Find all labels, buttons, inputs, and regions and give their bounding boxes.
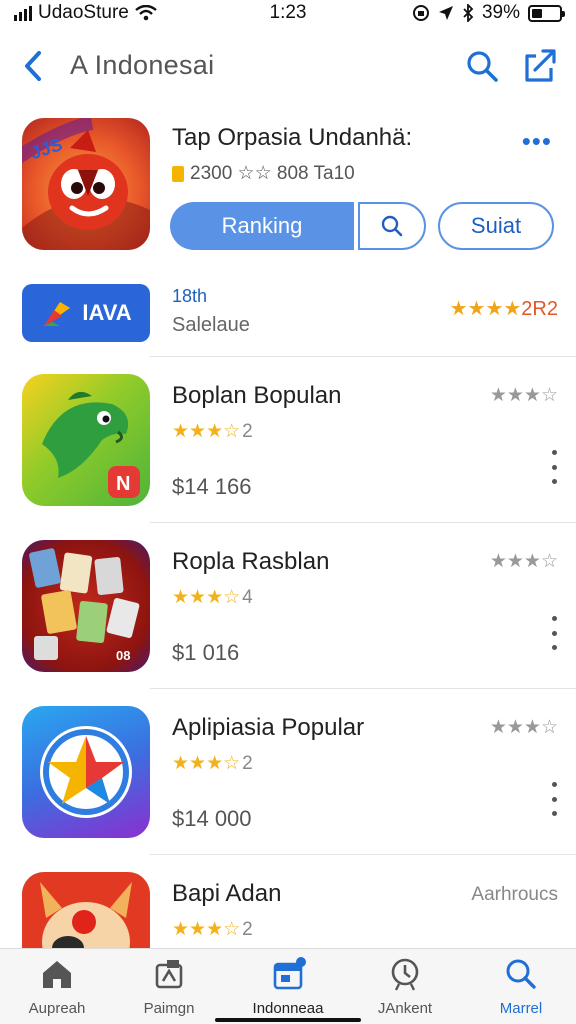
featured-app-icon[interactable]: JJS bbox=[22, 118, 150, 250]
app-icon-cards[interactable]: 08 bbox=[22, 540, 150, 672]
cards-icon: 08 bbox=[29, 548, 140, 663]
list-item[interactable]: Aplipiasia Popular ★★★☆ 2 $14 000 ★★★☆ bbox=[0, 706, 576, 866]
app-name: Boplan Bopulan bbox=[172, 382, 342, 409]
suiat-button[interactable]: Suiat bbox=[438, 202, 554, 250]
tab-label: JAnkent bbox=[377, 1000, 433, 1017]
tab-label: Marrel bbox=[499, 1000, 543, 1017]
sponsored-banner[interactable]: IAVA 18th Salelaue ★★★★2R2 bbox=[0, 280, 576, 356]
calendar-icon bbox=[273, 957, 306, 990]
banner-rating-stars: ★★★★ bbox=[449, 298, 522, 320]
banner-tag: 18th bbox=[172, 286, 208, 306]
creature-icon bbox=[40, 882, 132, 948]
tab-home[interactable]: Aupreah bbox=[2, 957, 112, 1019]
tab-label: Indonneaa bbox=[252, 1000, 324, 1017]
svg-text:08: 08 bbox=[116, 648, 130, 663]
more-vertical-icon[interactable] bbox=[550, 450, 558, 484]
app-rating-secondary: ★★★☆ bbox=[489, 551, 558, 572]
app-rating-count: 2 bbox=[242, 753, 253, 774]
battery-percent: 39% bbox=[481, 2, 520, 23]
featured-app[interactable]: JJS Tap Orpasia Undanhä: 2300 ☆☆ 808 Ta1… bbox=[0, 114, 576, 264]
app-price: $1 016 bbox=[172, 640, 240, 665]
more-vertical-icon[interactable] bbox=[550, 616, 558, 650]
page-title: A Indonesai bbox=[70, 50, 215, 80]
app-name: Aplipiasia Popular bbox=[172, 714, 365, 741]
banner-logo-text: IAVA bbox=[82, 300, 132, 325]
battery-icon bbox=[528, 4, 565, 22]
star-icon bbox=[40, 726, 132, 818]
app-status-text: Aarhroucs bbox=[471, 884, 558, 905]
tab-ranking[interactable]: JAnkent bbox=[350, 957, 460, 1019]
status-bar: UdaoSture 1:23 39% bbox=[0, 0, 576, 30]
featured-app-meta: 2300 ☆☆ 808 Ta10 bbox=[172, 162, 355, 185]
search-icon bbox=[506, 959, 536, 989]
navigation-bar: A Indonesai bbox=[0, 36, 576, 96]
tab-indonesia[interactable]: Indonneaa bbox=[233, 957, 343, 1019]
banner-logo[interactable]: IAVA bbox=[22, 284, 150, 342]
app-price: $14 166 bbox=[172, 474, 252, 499]
app-icon-star[interactable] bbox=[22, 706, 150, 838]
app-rating-stars: ★★★☆ bbox=[172, 587, 241, 608]
home-indicator bbox=[215, 1018, 361, 1022]
divider bbox=[150, 356, 576, 357]
tab-search[interactable]: Marrel bbox=[466, 957, 576, 1019]
divider bbox=[150, 522, 576, 523]
list-item[interactable]: 08 Ropla Rasblan ★★★☆ 4 $1 016 ★★★☆ bbox=[0, 540, 576, 700]
tab-label: Paimgn bbox=[143, 1000, 195, 1017]
ranking-button[interactable]: Ranking bbox=[170, 202, 354, 250]
app-rating-secondary: ★★★☆ bbox=[489, 717, 558, 738]
list-item[interactable]: N Boplan Bopulan ★★★☆ 2 $14 166 ★★★☆ bbox=[0, 374, 576, 534]
location-icon bbox=[438, 6, 453, 20]
search-icon[interactable] bbox=[464, 48, 500, 84]
app-rating: ★★★☆ 2 bbox=[172, 752, 253, 775]
app-rating-stars: ★★★☆ bbox=[172, 919, 241, 940]
banner-rating-value: 2R2 bbox=[521, 298, 558, 320]
apps-icon bbox=[155, 960, 183, 989]
more-options-icon[interactable]: ••• bbox=[522, 126, 552, 157]
award-icon bbox=[172, 165, 184, 182]
banner-rating: ★★★★2R2 bbox=[450, 296, 558, 321]
app-rating-secondary: ★★★☆ bbox=[489, 385, 558, 406]
app-icon-creature[interactable] bbox=[22, 872, 150, 948]
banner-subtitle: Salelaue bbox=[172, 314, 250, 336]
orientation-lock-icon bbox=[412, 5, 429, 21]
divider bbox=[150, 854, 576, 855]
home-icon bbox=[43, 961, 71, 988]
back-chevron-icon[interactable] bbox=[18, 48, 48, 84]
app-icon-dolphin[interactable]: N bbox=[22, 374, 150, 506]
mascot-icon: JJS bbox=[22, 118, 150, 250]
app-rating-count: 4 bbox=[242, 587, 253, 608]
app-rating-stars: ★★★☆ bbox=[172, 753, 241, 774]
ranking-icon bbox=[391, 958, 419, 991]
search-icon bbox=[381, 215, 403, 237]
app-rating-count: 2 bbox=[242, 919, 253, 940]
app-rating: ★★★☆ 2 bbox=[172, 918, 253, 941]
app-name: Ropla Rasblan bbox=[172, 548, 330, 575]
featured-app-stats: 2300 ☆☆ 808 Ta10 bbox=[190, 163, 355, 184]
svg-text:N: N bbox=[116, 473, 130, 495]
list-item[interactable]: Bapi Adan ★★★☆ 2 Aarhroucs bbox=[0, 872, 576, 948]
app-rating-count: 2 bbox=[242, 421, 253, 442]
tab-bar: Aupreah Paimgn Indonneaa JAnkent Marrel bbox=[0, 948, 576, 1024]
share-icon[interactable] bbox=[522, 46, 558, 84]
app-rating: ★★★☆ 2 bbox=[172, 420, 253, 443]
app-price: $14 000 bbox=[172, 806, 252, 831]
app-rating: ★★★☆ 4 bbox=[172, 586, 253, 609]
more-vertical-icon[interactable] bbox=[550, 782, 558, 816]
pin-icon bbox=[44, 302, 71, 326]
divider bbox=[150, 688, 576, 689]
bluetooth-icon bbox=[463, 4, 474, 22]
featured-app-name: Tap Orpasia Undanhä: bbox=[172, 124, 413, 151]
dolphin-icon: N bbox=[42, 391, 140, 498]
svg-text:JJS: JJS bbox=[28, 134, 65, 163]
tab-apps[interactable]: Paimgn bbox=[114, 957, 224, 1019]
app-name: Bapi Adan bbox=[172, 880, 282, 907]
search-button[interactable] bbox=[358, 202, 426, 250]
app-rating-stars: ★★★☆ bbox=[172, 421, 241, 442]
tab-label: Aupreah bbox=[28, 1000, 86, 1017]
